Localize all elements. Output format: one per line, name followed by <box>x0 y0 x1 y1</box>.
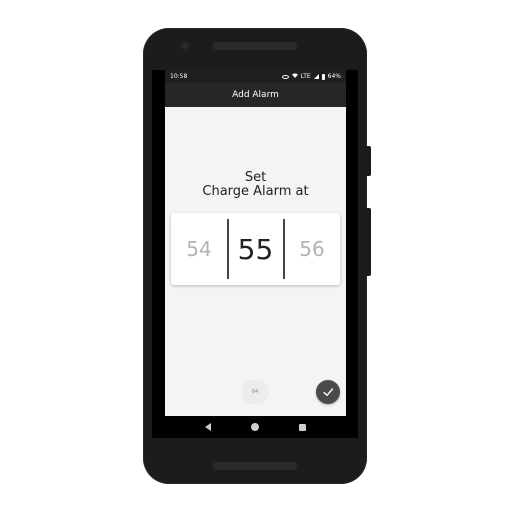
battery-percent: 64% <box>327 73 341 80</box>
heading-line-1: Set <box>244 170 267 185</box>
volume-button <box>366 208 371 276</box>
page-title: Add Alarm <box>232 90 279 100</box>
screen: 10:58 LTE 64% Add Alarm Set Charge Alarm… <box>152 70 358 438</box>
signal-icon <box>313 74 319 79</box>
chip-label: 64 <box>251 389 259 395</box>
alarm-heading: Set Charge Alarm at <box>165 171 346 199</box>
app-bar: Add Alarm <box>165 83 346 107</box>
eye-icon <box>281 74 289 79</box>
power-button <box>366 146 371 176</box>
picker-next-value[interactable]: 56 <box>284 213 340 285</box>
home-icon[interactable] <box>250 423 259 431</box>
network-label: LTE <box>300 73 311 80</box>
check-icon <box>323 388 334 396</box>
back-icon[interactable] <box>204 423 211 431</box>
recents-icon[interactable] <box>298 423 306 431</box>
confirm-button[interactable] <box>316 380 340 404</box>
main-content: Set Charge Alarm at 54 55 56 64 <box>165 107 346 416</box>
bottom-speaker <box>213 462 297 470</box>
battery-icon <box>321 73 325 80</box>
status-time: 10:58 <box>170 73 188 80</box>
status-icons: LTE 64% <box>281 73 341 80</box>
earpiece-speaker <box>213 42 297 50</box>
wifi-icon <box>291 73 298 80</box>
picker-current-value[interactable]: 55 <box>228 213 283 285</box>
number-picker[interactable]: 54 55 56 <box>171 213 340 285</box>
heading-line-2: Charge Alarm at <box>202 184 309 199</box>
stage: 10:58 LTE 64% Add Alarm Set Charge Alarm… <box>0 0 512 512</box>
battery-level-chip: 64 <box>241 380 269 404</box>
status-bar: 10:58 LTE 64% <box>165 70 346 83</box>
picker-previous-value[interactable]: 54 <box>171 213 227 285</box>
navigation-bar <box>152 416 358 438</box>
front-camera-icon <box>181 42 189 50</box>
